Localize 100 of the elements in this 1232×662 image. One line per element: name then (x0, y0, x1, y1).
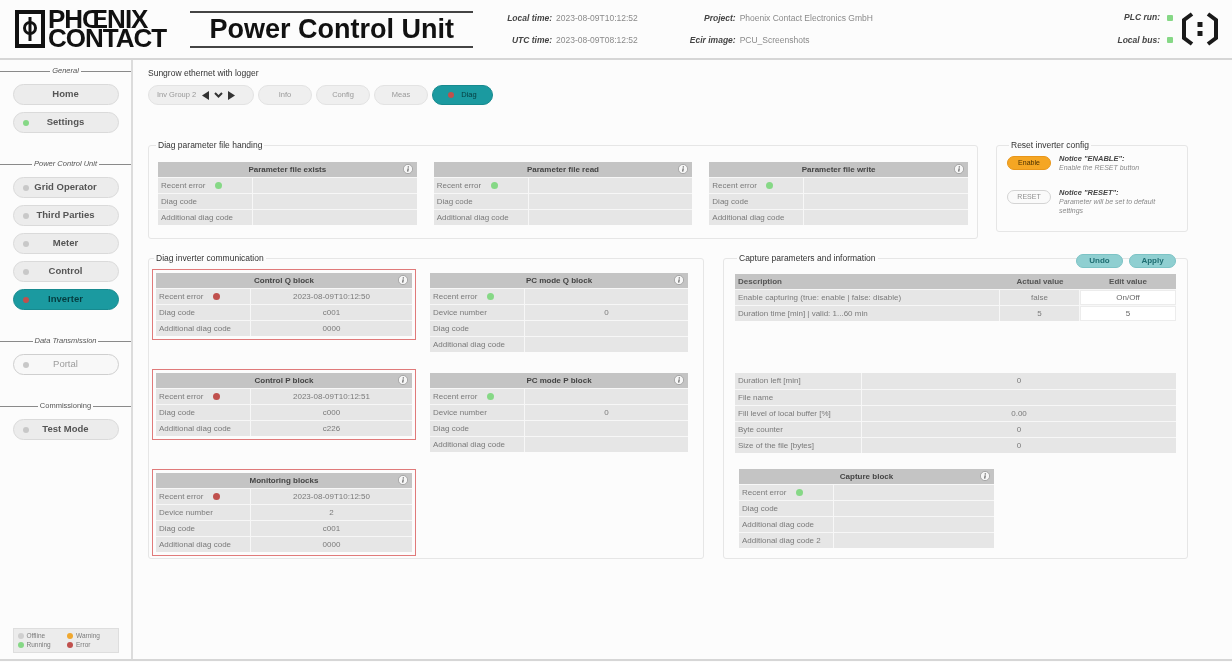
row-label: Recent error (742, 486, 787, 499)
row-label: Recent error (712, 179, 757, 192)
block-title: Parameter file read (526, 163, 599, 176)
field-label: Local time: (507, 11, 553, 25)
row-label: Recent error (159, 390, 204, 403)
info-icon[interactable] (398, 375, 408, 385)
info-icon[interactable] (954, 164, 964, 174)
table-cell: Byte counter (735, 422, 862, 437)
field-value: 2023-08-09T08:12:52 (556, 33, 638, 47)
nav-item[interactable]: Settings (12, 112, 119, 133)
nav-item[interactable]: Test Mode (12, 419, 119, 440)
field-value: 2023-08-09T10:12:52 (556, 11, 638, 25)
block-title: Control P block (254, 374, 314, 387)
row-label: Recent error (436, 179, 482, 192)
table-cell-text: 2023-08-09T10:12:50 (292, 490, 371, 503)
field-label: PLC run: (1123, 11, 1160, 24)
row-label: Device number (159, 506, 213, 519)
table-cell: Duration left [min] (735, 373, 862, 389)
section-title: Diag parameter file handing (157, 140, 264, 151)
row-label: Diag code (433, 422, 470, 435)
table-cell-text: c001 (321, 306, 342, 319)
table-cell-text: 2 (328, 506, 335, 519)
row-label: Diag code (159, 522, 196, 535)
row-label: Additional diag code (159, 322, 232, 335)
section-title: Reset inverter config (1010, 140, 1090, 151)
row-label: Device number (433, 306, 487, 319)
row-label: Device number (433, 406, 487, 419)
row-label: Additional diag code (159, 422, 232, 435)
column-header: Edit value (1108, 275, 1148, 288)
nav-item[interactable]: Control (12, 261, 119, 282)
block-title: Parameter file write (801, 163, 876, 176)
block-title: Monitoring blocks (249, 474, 319, 487)
table-cell-text: 2023-08-09T10:12:51 (292, 390, 371, 403)
row-label: Additional diag code (433, 338, 506, 351)
logo-icon (15, 10, 45, 48)
field-label: Project: (703, 11, 736, 25)
table-cell: Duration time [min] | valid: 1...60 min (735, 306, 1000, 321)
apply-button[interactable]: Apply (1129, 254, 1176, 268)
table-cell-text: c001 (321, 522, 342, 535)
info-icon[interactable] (398, 475, 408, 485)
nav-item[interactable]: Grid Operator (12, 177, 119, 198)
nav-item[interactable]: Home (12, 84, 119, 105)
block-title: PC mode P block (526, 374, 592, 387)
edit-field[interactable]: On/Off (1080, 290, 1176, 305)
row-label: Recent error (433, 290, 478, 303)
app-title: Power Control Unit (190, 10, 474, 48)
table-cell-text: 0 (603, 306, 610, 319)
block-title: Control Q block (254, 274, 314, 287)
info-icon[interactable] (980, 471, 990, 481)
block-title: PC mode Q block (525, 274, 593, 287)
block-title: Parameter file exists (248, 163, 327, 176)
row-label: Recent error (433, 390, 478, 403)
undo-button[interactable]: Undo (1076, 254, 1123, 268)
table-cell-text: 0000 (321, 322, 342, 335)
table-cell-text: 0000 (321, 538, 342, 551)
nav-item[interactable]: Meter (12, 233, 119, 254)
row-label: Diag code (159, 406, 196, 419)
row-label: Additional diag code (433, 438, 506, 451)
table-cell-text: 0 (1015, 439, 1023, 452)
section-title: Capture parameters and information (738, 253, 877, 264)
info-icon[interactable] (402, 164, 413, 174)
table-cell-text: c226 (321, 422, 342, 435)
field-value: PCU_Screenshots (739, 33, 811, 47)
brackets-icon (1180, 11, 1220, 47)
table-cell: Size of the file [bytes] (735, 438, 862, 453)
row-label: Diag code (436, 195, 473, 208)
block-title: Capture block (839, 470, 894, 483)
triangle-left-icon[interactable] (202, 90, 210, 100)
row-label: Recent error (161, 179, 206, 192)
row-label: Additional diag code (742, 518, 815, 531)
triangle-right-icon[interactable] (228, 90, 236, 100)
row-label: Diag code (712, 195, 749, 208)
chevron-down-icon[interactable] (214, 92, 224, 98)
row-label: Additional diag code 2 (742, 534, 821, 547)
info-icon[interactable] (678, 164, 689, 174)
field-label: Ecir image: (689, 33, 736, 47)
row-label: Diag code (742, 502, 779, 515)
info-icon[interactable] (674, 375, 684, 385)
row-label: Additional diag code (436, 211, 509, 224)
device-title: Sungrow ethernet with logger (148, 68, 259, 78)
info-icon[interactable] (674, 275, 684, 285)
field-label: Local bus: (1117, 34, 1160, 47)
edit-field[interactable]: 5 (1080, 306, 1176, 321)
table-cell: File name (735, 390, 862, 405)
nav-item[interactable]: Inverter (12, 289, 119, 310)
row-label: Diag code (159, 306, 196, 319)
row-label: Additional diag code (159, 538, 232, 551)
table-cell-text: c000 (321, 406, 342, 419)
table-cell: Enable capturing (true: enable | false: disable) (735, 290, 1000, 305)
table-cell-text: 0.00 (1010, 407, 1028, 420)
table-cell: Fill level of local buffer [%] (735, 406, 862, 421)
table-cell-text: 2023-08-09T10:12:50 (292, 290, 371, 303)
nav-item[interactable]: Third Parties (12, 205, 119, 226)
section-title: Diag inverter communication (155, 253, 265, 264)
table-cell-text: 0 (603, 406, 610, 419)
field-value: Phoenix Contact Electronics GmbH (739, 11, 873, 25)
row-label: Additional diag code (161, 211, 234, 224)
info-icon[interactable] (398, 275, 408, 285)
logo-text: PHŒNIX CONTACT (48, 10, 167, 48)
column-header: Actual value (1015, 275, 1065, 288)
